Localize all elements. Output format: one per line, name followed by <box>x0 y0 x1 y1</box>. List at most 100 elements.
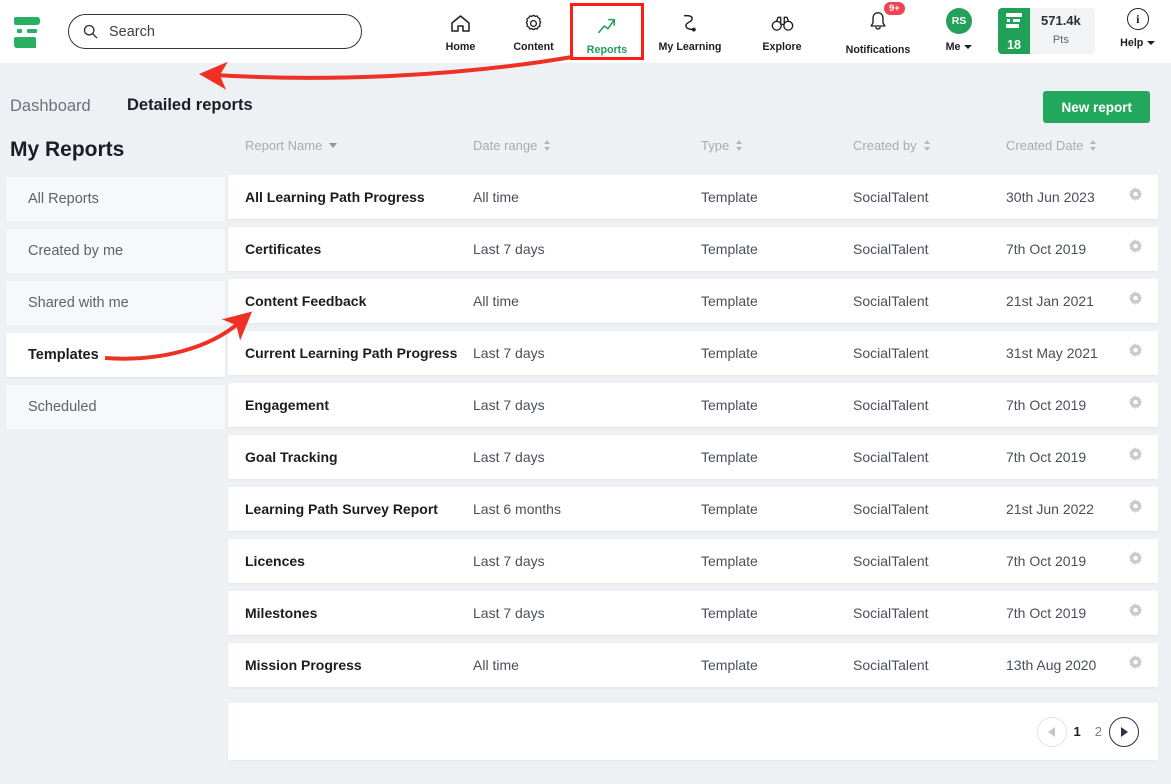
cell-type: Template <box>701 657 758 673</box>
cell-date-range: All time <box>473 657 519 673</box>
chevron-down-icon <box>1147 41 1156 45</box>
binoculars-icon <box>771 12 794 34</box>
table-row[interactable]: Certificates Last 7 days Template SocialTal… <box>228 227 1158 271</box>
points-text: 571.4k Pts <box>1030 8 1095 54</box>
sidebar-item-label: All Reports <box>28 191 99 207</box>
nav-item-my-learning[interactable]: My Learning <box>644 3 736 59</box>
row-settings-button[interactable] <box>1127 227 1144 271</box>
row-settings-button[interactable] <box>1127 383 1144 427</box>
sidebar-item-all-reports[interactable]: All Reports <box>6 177 225 221</box>
cell-date-range: Last 7 days <box>473 241 545 257</box>
cell-created-by: SocialTalent <box>853 345 929 361</box>
cell-created-by: SocialTalent <box>853 553 929 569</box>
row-settings-button[interactable] <box>1127 331 1144 375</box>
pagination-page-1[interactable]: 1 <box>1074 724 1081 739</box>
cell-report-name[interactable]: Milestones <box>245 591 317 635</box>
row-settings-button[interactable] <box>1127 539 1144 583</box>
cell-created-by: SocialTalent <box>853 189 929 205</box>
gear-icon <box>1127 654 1144 676</box>
column-header-type[interactable]: Type <box>701 138 743 153</box>
pagination-page-2[interactable]: 2 <box>1095 724 1102 739</box>
sort-icon <box>544 140 551 151</box>
cell-created-by: SocialTalent <box>853 241 929 257</box>
table-row[interactable]: Current Learning Path Progress Last 7 day… <box>228 331 1158 375</box>
cell-report-name[interactable]: Goal Tracking <box>245 435 338 479</box>
cell-report-name[interactable]: All Learning Path Progress <box>245 175 425 219</box>
column-header-report-name[interactable]: Report Name <box>245 138 338 153</box>
me-menu[interactable]: RS Me <box>932 0 986 53</box>
column-header-date-range[interactable]: Date range <box>473 138 551 153</box>
table-row[interactable]: Content Feedback All time Template SocialTa… <box>228 279 1158 323</box>
table-row[interactable]: Mission Progress All time Template SocialTa… <box>228 643 1158 687</box>
row-settings-button[interactable] <box>1127 487 1144 531</box>
points-badge[interactable]: 18 571.4k Pts <box>998 8 1095 54</box>
row-settings-button[interactable] <box>1127 591 1144 635</box>
row-settings-button[interactable] <box>1127 643 1144 687</box>
cell-date-range: Last 6 months <box>473 501 561 517</box>
sort-icon <box>736 140 743 151</box>
cell-report-name[interactable]: Certificates <box>245 227 321 271</box>
table-row[interactable]: Goal Tracking Last 7 days Template SocialTa… <box>228 435 1158 479</box>
nav-item-home[interactable]: Home <box>424 3 497 59</box>
column-header-created-by[interactable]: Created by <box>853 138 930 153</box>
pagination-prev-button[interactable] <box>1036 716 1067 747</box>
cell-date-range: Last 7 days <box>473 397 545 413</box>
cell-type: Template <box>701 449 758 465</box>
cell-created-date: 21st Jun 2022 <box>1006 501 1094 517</box>
column-header-created-date[interactable]: Created Date <box>1006 138 1097 153</box>
cell-report-name[interactable]: Engagement <box>245 383 329 427</box>
row-settings-button[interactable] <box>1127 175 1144 219</box>
nav-label-home: Home <box>445 41 476 53</box>
row-settings-button[interactable] <box>1127 279 1144 323</box>
nav-label-explore: Explore <box>762 41 802 53</box>
cell-report-name[interactable]: Mission Progress <box>245 643 362 687</box>
gear-icon <box>1127 238 1144 260</box>
cell-report-name[interactable]: Current Learning Path Progress <box>245 331 457 375</box>
column-label: Created by <box>853 138 917 153</box>
search-input[interactable] <box>109 23 329 40</box>
sidebar-item-label: Scheduled <box>28 399 97 415</box>
table-row[interactable]: Engagement Last 7 days Template SocialTalen… <box>228 383 1158 427</box>
cell-report-name[interactable]: Licences <box>245 539 305 583</box>
new-report-button[interactable]: New report <box>1043 91 1150 123</box>
home-icon <box>450 12 471 34</box>
pagination-next-button[interactable] <box>1109 716 1139 747</box>
search-bar[interactable] <box>68 14 362 49</box>
nav-item-explore[interactable]: Explore <box>736 3 828 59</box>
row-settings-button[interactable] <box>1127 435 1144 479</box>
help-label-wrap: Help <box>1120 37 1156 49</box>
column-label: Report Name <box>245 138 323 153</box>
cell-report-name[interactable]: Learning Path Survey Report <box>245 487 438 531</box>
socialtalent-logo[interactable] <box>10 14 46 50</box>
sidebar-item-scheduled[interactable]: Scheduled <box>6 385 225 429</box>
page-title: My Reports <box>10 138 125 161</box>
notifications-button[interactable]: 9+ Notifications <box>828 0 928 56</box>
primary-nav: Home Content Reports My Learning Explore <box>424 0 828 63</box>
cell-created-by: SocialTalent <box>853 605 929 621</box>
column-label: Type <box>701 138 730 153</box>
table-row[interactable]: Milestones Last 7 days Template SocialTalen… <box>228 591 1158 635</box>
bell-icon <box>868 10 888 37</box>
chevron-down-icon <box>964 45 973 49</box>
gear-icon <box>1127 290 1144 312</box>
sidebar-item-created-by-me[interactable]: Created by me <box>6 229 225 273</box>
gear-icon <box>1127 394 1144 416</box>
sidebar-item-shared-with-me[interactable]: Shared with me <box>6 281 225 325</box>
table-row[interactable]: Licences Last 7 days Template SocialTalent 7… <box>228 539 1158 583</box>
sidebar-item-templates[interactable]: Templates <box>6 333 225 377</box>
sort-icon <box>923 140 930 151</box>
table-row[interactable]: All Learning Path Progress All time Templa… <box>228 175 1158 219</box>
trending-up-icon <box>596 15 618 37</box>
nav-item-content[interactable]: Content <box>497 3 570 59</box>
nav-item-reports[interactable]: Reports <box>570 3 644 60</box>
help-menu[interactable]: i Help <box>1109 0 1167 49</box>
notifications-label: Notifications <box>845 44 911 56</box>
cell-report-name[interactable]: Content Feedback <box>245 279 366 323</box>
cell-type: Template <box>701 605 758 621</box>
cell-created-by: SocialTalent <box>853 293 929 309</box>
breadcrumb-dashboard[interactable]: Dashboard <box>10 97 91 116</box>
table-row[interactable]: Learning Path Survey Report Last 6 months… <box>228 487 1158 531</box>
cell-created-by: SocialTalent <box>853 657 929 673</box>
sort-desc-icon <box>329 143 338 148</box>
cell-created-date: 7th Oct 2019 <box>1006 605 1087 621</box>
